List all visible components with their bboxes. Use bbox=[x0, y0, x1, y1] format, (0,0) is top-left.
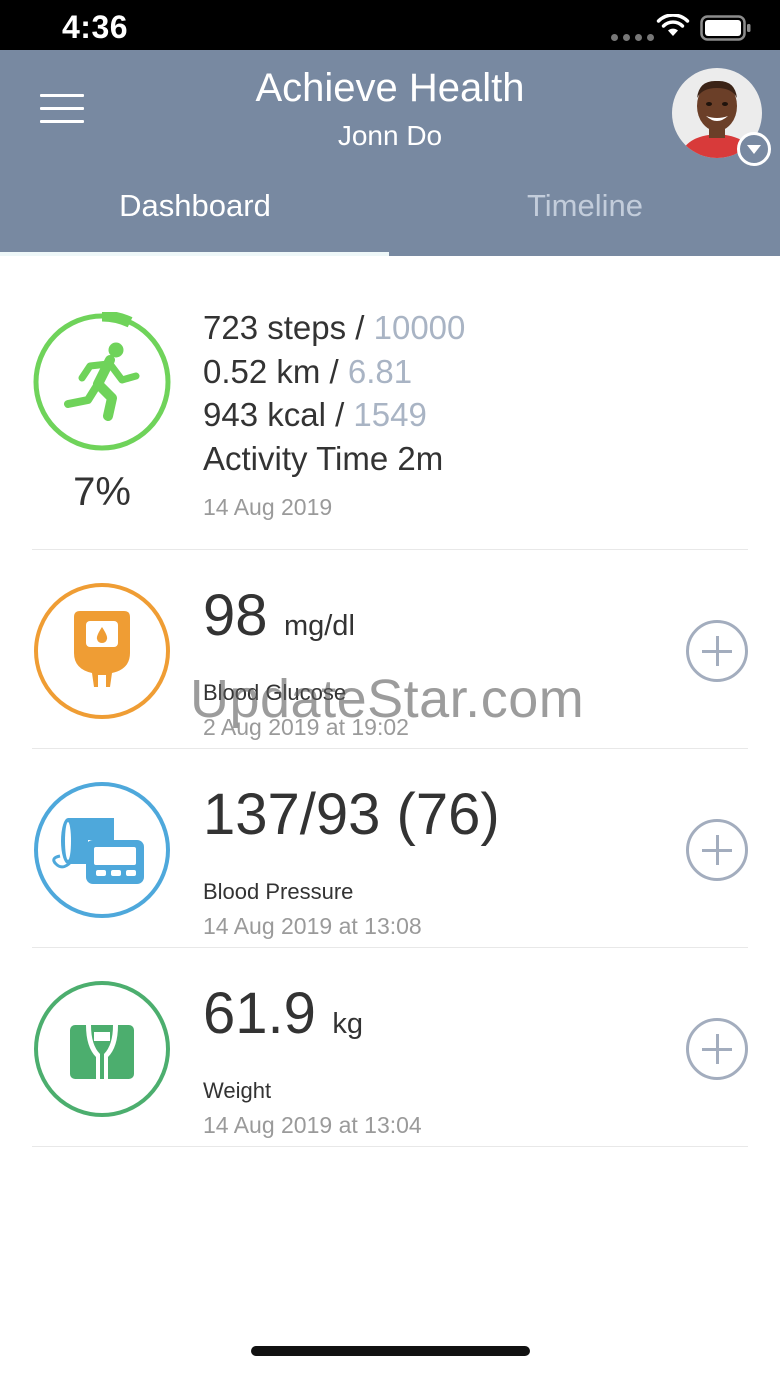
activity-progress-ring bbox=[32, 312, 172, 452]
glucose-meter-icon bbox=[74, 611, 130, 691]
user-name: Jonn Do bbox=[337, 120, 443, 151]
glucose-icon-circle bbox=[34, 583, 170, 719]
energy-line: 943 kcal / 1549 bbox=[203, 393, 465, 437]
activity-date: 14 Aug 2019 bbox=[203, 494, 333, 520]
pressure-date: 14 Aug 2019 at 13:08 bbox=[203, 913, 422, 939]
activity-card[interactable]: 7% 723 steps / 10000 0.52 km / 6.81 943 … bbox=[32, 256, 748, 550]
weight-reading: 61.9 kg bbox=[203, 980, 363, 1047]
distance-goal: 6.81 bbox=[347, 352, 413, 390]
blood-pressure-monitor-icon bbox=[52, 818, 144, 884]
weight-label: Weight bbox=[203, 1078, 272, 1103]
glucose-reading: 98 mg/dl bbox=[203, 582, 355, 649]
pressure-label: Blood Pressure bbox=[203, 879, 354, 904]
home-indicator bbox=[251, 1346, 530, 1356]
pressure-icon-circle bbox=[34, 782, 170, 918]
tab-dashboard[interactable]: Dashboard bbox=[0, 188, 390, 224]
energy-goal: 1549 bbox=[353, 396, 427, 433]
distance-line: 0.52 km / 6.81 bbox=[203, 350, 465, 394]
pressure-value: 137/93 (76) bbox=[203, 782, 500, 847]
tab-timeline[interactable]: Timeline bbox=[390, 188, 780, 224]
energy-value: 943 kcal / bbox=[203, 396, 354, 433]
steps-value: 723 steps / bbox=[203, 309, 374, 346]
wifi-icon bbox=[656, 14, 690, 36]
steps-goal: 10000 bbox=[373, 309, 466, 346]
add-weight-button[interactable] bbox=[686, 1018, 748, 1080]
battery-icon bbox=[700, 15, 751, 41]
activity-time: Activity Time 2m bbox=[203, 439, 444, 477]
scale-icon bbox=[70, 1025, 134, 1079]
distance-value: 0.52 km / bbox=[203, 352, 348, 390]
blood-pressure-card[interactable]: 137/93 (76) Blood Pressure 14 Aug 2019 a… bbox=[32, 749, 748, 948]
app-header: Achieve Health Jonn Do Dashboard Timelin… bbox=[0, 50, 780, 256]
activity-stats: 723 steps / 10000 0.52 km / 6.81 943 kca… bbox=[203, 306, 465, 480]
app-title: Achieve Health bbox=[255, 66, 525, 110]
cellular-signal-icon bbox=[611, 34, 654, 41]
running-person-icon bbox=[64, 342, 140, 421]
activity-percent: 7% bbox=[73, 470, 131, 514]
weight-icon-circle bbox=[34, 981, 170, 1117]
weight-date: 14 Aug 2019 at 13:04 bbox=[203, 1112, 422, 1138]
weight-value: 61.9 bbox=[203, 981, 316, 1046]
status-bar: 4:36 bbox=[0, 0, 780, 50]
add-glucose-button[interactable] bbox=[686, 620, 748, 682]
weight-card[interactable]: 61.9 kg Weight 14 Aug 2019 at 13:04 bbox=[32, 948, 748, 1147]
watermark: UpdateStar.com bbox=[190, 669, 585, 729]
add-pressure-button[interactable] bbox=[686, 819, 748, 881]
steps-line: 723 steps / 10000 bbox=[203, 306, 465, 350]
account-dropdown-icon[interactable] bbox=[737, 132, 771, 166]
status-time: 4:36 bbox=[62, 9, 129, 45]
weight-unit: kg bbox=[332, 1008, 363, 1040]
glucose-unit: mg/dl bbox=[283, 610, 355, 642]
glucose-value: 98 bbox=[203, 583, 268, 648]
